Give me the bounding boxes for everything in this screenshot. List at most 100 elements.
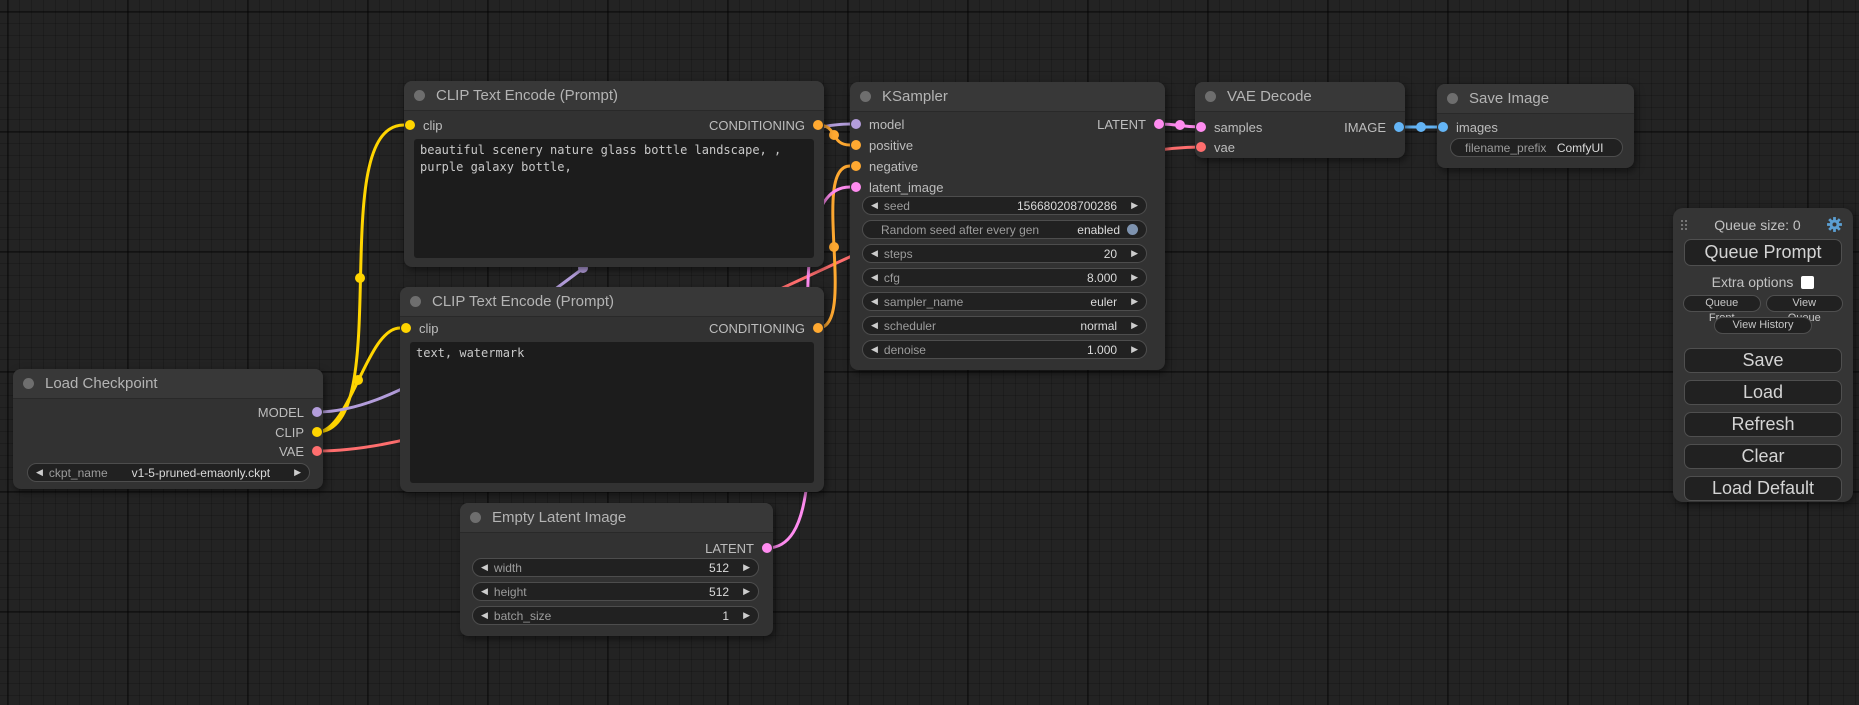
- prompt-textarea[interactable]: text, watermark: [410, 342, 814, 483]
- conditioning-slot-icon[interactable]: [851, 161, 861, 171]
- collapse-dot-icon[interactable]: [414, 90, 425, 101]
- output-slot-latent[interactable]: LATENT: [460, 538, 773, 558]
- decrement-arrow-icon[interactable]: ◀: [871, 297, 878, 306]
- ckpt-name-widget[interactable]: ◀ ckpt_name v1-5-pruned-emaonly.ckpt ▶: [27, 463, 310, 482]
- decrement-arrow-icon[interactable]: ◀: [871, 201, 878, 210]
- extra-options-checkbox[interactable]: [1801, 276, 1814, 289]
- output-slot-conditioning[interactable]: CONDITIONING: [702, 321, 824, 336]
- input-slot-images[interactable]: images: [1437, 117, 1634, 137]
- node-title-bar[interactable]: CLIP Text Encode (Prompt): [404, 81, 824, 111]
- increment-arrow-icon[interactable]: ▶: [294, 468, 301, 477]
- model-slot-icon[interactable]: [312, 407, 322, 417]
- input-slot-vae[interactable]: vae: [1195, 137, 1405, 157]
- node-empty-latent-image[interactable]: Empty Latent Image LATENT ◀ width 512 ▶ …: [460, 503, 773, 636]
- node-load-checkpoint[interactable]: Load Checkpoint MODEL CLIP VAE ◀ ckpt_na…: [13, 369, 323, 489]
- view-queue-button[interactable]: View Queue: [1766, 295, 1844, 312]
- node-title-bar[interactable]: Load Checkpoint: [13, 369, 323, 399]
- decrement-arrow-icon[interactable]: ◀: [871, 321, 878, 330]
- input-slot-clip[interactable]: clip: [404, 118, 450, 133]
- scheduler-widget[interactable]: ◀ scheduler normal ▶: [862, 316, 1147, 335]
- output-slot-image[interactable]: IMAGE: [1195, 117, 1405, 137]
- input-slot-clip[interactable]: clip: [400, 321, 446, 336]
- queue-prompt-button[interactable]: Queue Prompt: [1684, 239, 1842, 266]
- drag-handle-icon[interactable]: [1681, 220, 1687, 230]
- random-seed-toggle-widget[interactable]: Random seed after every gen enabled: [862, 220, 1147, 239]
- clip-slot-icon[interactable]: [401, 323, 411, 333]
- input-slot-negative[interactable]: negative: [850, 156, 1165, 176]
- denoise-widget[interactable]: ◀ denoise 1.000 ▶: [862, 340, 1147, 359]
- node-save-image[interactable]: Save Image images filename_prefix ComfyU…: [1437, 84, 1634, 168]
- decrement-arrow-icon[interactable]: ◀: [871, 273, 878, 282]
- conditioning-slot-icon[interactable]: [813, 323, 823, 333]
- clip-slot-icon[interactable]: [405, 120, 415, 130]
- increment-arrow-icon[interactable]: ▶: [1131, 273, 1138, 282]
- decrement-arrow-icon[interactable]: ◀: [481, 611, 488, 620]
- output-slot-latent[interactable]: LATENT: [850, 114, 1165, 134]
- input-slot-positive[interactable]: positive: [850, 135, 1165, 155]
- latent-slot-icon[interactable]: [762, 543, 772, 553]
- filename-prefix-widget[interactable]: filename_prefix ComfyUI: [1450, 138, 1623, 157]
- view-history-button[interactable]: View History: [1714, 317, 1812, 334]
- decrement-arrow-icon[interactable]: ◀: [481, 563, 488, 572]
- clear-button[interactable]: Clear: [1684, 444, 1842, 469]
- node-clip-text-encode-negative[interactable]: CLIP Text Encode (Prompt) clip CONDITION…: [400, 287, 824, 492]
- load-button[interactable]: Load: [1684, 380, 1842, 405]
- decrement-arrow-icon[interactable]: ◀: [871, 345, 878, 354]
- slot-label: MODEL: [258, 405, 304, 420]
- width-widget[interactable]: ◀ width 512 ▶: [472, 558, 759, 577]
- clip-slot-icon[interactable]: [312, 427, 322, 437]
- height-widget[interactable]: ◀ height 512 ▶: [472, 582, 759, 601]
- cfg-widget[interactable]: ◀ cfg 8.000 ▶: [862, 268, 1147, 287]
- increment-arrow-icon[interactable]: ▶: [1131, 345, 1138, 354]
- steps-widget[interactable]: ◀ steps 20 ▶: [862, 244, 1147, 263]
- latent-slot-icon[interactable]: [1154, 119, 1164, 129]
- node-title-bar[interactable]: Save Image: [1437, 84, 1634, 114]
- save-button[interactable]: Save: [1684, 348, 1842, 373]
- load-default-button[interactable]: Load Default: [1684, 476, 1842, 501]
- node-ksampler[interactable]: KSampler model LATENT positive negative …: [850, 82, 1165, 370]
- node-title-bar[interactable]: KSampler: [850, 82, 1165, 112]
- collapse-dot-icon[interactable]: [23, 378, 34, 389]
- seed-widget[interactable]: ◀ seed 156680208700286 ▶: [862, 196, 1147, 215]
- node-title-bar[interactable]: Empty Latent Image: [460, 503, 773, 533]
- collapse-dot-icon[interactable]: [1205, 91, 1216, 102]
- input-slot-latent-image[interactable]: latent_image: [850, 177, 1165, 197]
- prompt-textarea[interactable]: beautiful scenery nature glass bottle la…: [414, 139, 814, 258]
- latent-slot-icon[interactable]: [851, 182, 861, 192]
- image-slot-icon[interactable]: [1394, 122, 1404, 132]
- decrement-arrow-icon[interactable]: ◀: [36, 468, 43, 477]
- collapse-dot-icon[interactable]: [470, 512, 481, 523]
- batch-size-widget[interactable]: ◀ batch_size 1 ▶: [472, 606, 759, 625]
- output-slot-model[interactable]: MODEL: [13, 402, 323, 422]
- increment-arrow-icon[interactable]: ▶: [1131, 297, 1138, 306]
- node-title-bar[interactable]: VAE Decode: [1195, 82, 1405, 112]
- increment-arrow-icon[interactable]: ▶: [1131, 201, 1138, 210]
- collapse-dot-icon[interactable]: [1447, 93, 1458, 104]
- queue-front-button[interactable]: Queue Front: [1683, 295, 1761, 312]
- sampler-name-widget[interactable]: ◀ sampler_name euler ▶: [862, 292, 1147, 311]
- refresh-button[interactable]: Refresh: [1684, 412, 1842, 437]
- node-title-bar[interactable]: CLIP Text Encode (Prompt): [400, 287, 824, 317]
- image-slot-icon[interactable]: [1438, 122, 1448, 132]
- settings-gear-icon[interactable]: [1826, 216, 1843, 233]
- vae-slot-icon[interactable]: [312, 446, 322, 456]
- output-slot-clip[interactable]: CLIP: [13, 422, 323, 442]
- conditioning-slot-icon[interactable]: [813, 120, 823, 130]
- node-vae-decode[interactable]: VAE Decode samples IMAGE vae: [1195, 82, 1405, 158]
- node-clip-text-encode-positive[interactable]: CLIP Text Encode (Prompt) clip CONDITION…: [404, 81, 824, 267]
- decrement-arrow-icon[interactable]: ◀: [481, 587, 488, 596]
- decrement-arrow-icon[interactable]: ◀: [871, 249, 878, 258]
- vae-slot-icon[interactable]: [1196, 142, 1206, 152]
- widget-label: width: [494, 561, 522, 575]
- increment-arrow-icon[interactable]: ▶: [1131, 249, 1138, 258]
- conditioning-slot-icon[interactable]: [851, 140, 861, 150]
- increment-arrow-icon[interactable]: ▶: [743, 587, 750, 596]
- increment-arrow-icon[interactable]: ▶: [743, 611, 750, 620]
- collapse-dot-icon[interactable]: [860, 91, 871, 102]
- collapse-dot-icon[interactable]: [410, 296, 421, 307]
- toggle-dot-icon[interactable]: [1127, 224, 1138, 235]
- output-slot-vae[interactable]: VAE: [13, 441, 323, 461]
- increment-arrow-icon[interactable]: ▶: [1131, 321, 1138, 330]
- increment-arrow-icon[interactable]: ▶: [743, 563, 750, 572]
- output-slot-conditioning[interactable]: CONDITIONING: [702, 118, 824, 133]
